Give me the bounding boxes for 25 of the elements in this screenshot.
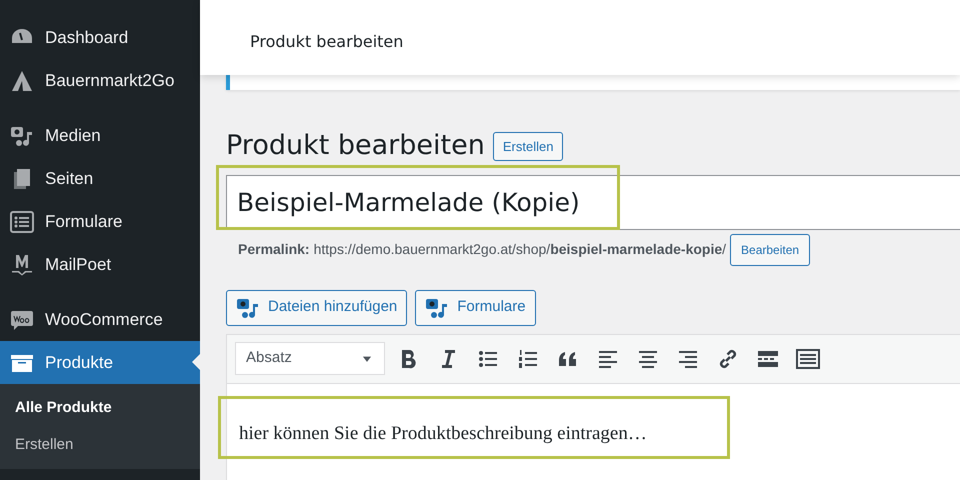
letter-m-logo-icon — [10, 252, 34, 276]
permalink-label: Permalink: — [238, 240, 310, 259]
sidebar-item[interactable]: Bauernmarkt2Go — [0, 59, 200, 102]
format-select[interactable]: Absatz — [235, 342, 385, 375]
list-form-icon — [10, 210, 34, 234]
media-button[interactable]: Dateien hinzufügen — [226, 290, 408, 326]
mountain-logo-icon — [10, 68, 34, 92]
title-field[interactable]: Beispiel-Marmelade (Kopie) — [226, 174, 960, 230]
sidebar-item[interactable]: Produkte — [0, 341, 200, 384]
permalink-link[interactable]: https://demo.bauernmarkt2go.at/shop/beispiel-marmelade-kopie/ — [314, 239, 726, 260]
sidebar-item[interactable]: Formulare — [0, 200, 200, 243]
submenu-item[interactable]: Erstellen — [0, 426, 200, 463]
media-button[interactable]: Formulare — [415, 290, 536, 326]
sidebar-item[interactable]: Medien — [0, 114, 200, 157]
edit-permalink-button[interactable]: Bearbeiten — [730, 234, 810, 266]
sidebar-item[interactable]: MailPoet — [0, 243, 200, 286]
create-button[interactable]: Erstellen — [492, 132, 564, 161]
sidebar-item[interactable]: Seiten — [0, 157, 200, 200]
submenu-item[interactable]: Alle Produkte — [0, 390, 200, 426]
page-heading: Produkt bearbeiten — [226, 129, 485, 163]
description-text[interactable]: hier können Sie die Produktbeschreibung eintragen… — [226, 384, 960, 480]
keyboard-icon[interactable] — [796, 346, 820, 370]
sidebar-item[interactable]: Dashboard — [0, 16, 200, 59]
page-header-title: Produkt bearbeiten — [200, 0, 960, 75]
sidebar-item[interactable]: WooCommerce — [0, 298, 200, 341]
